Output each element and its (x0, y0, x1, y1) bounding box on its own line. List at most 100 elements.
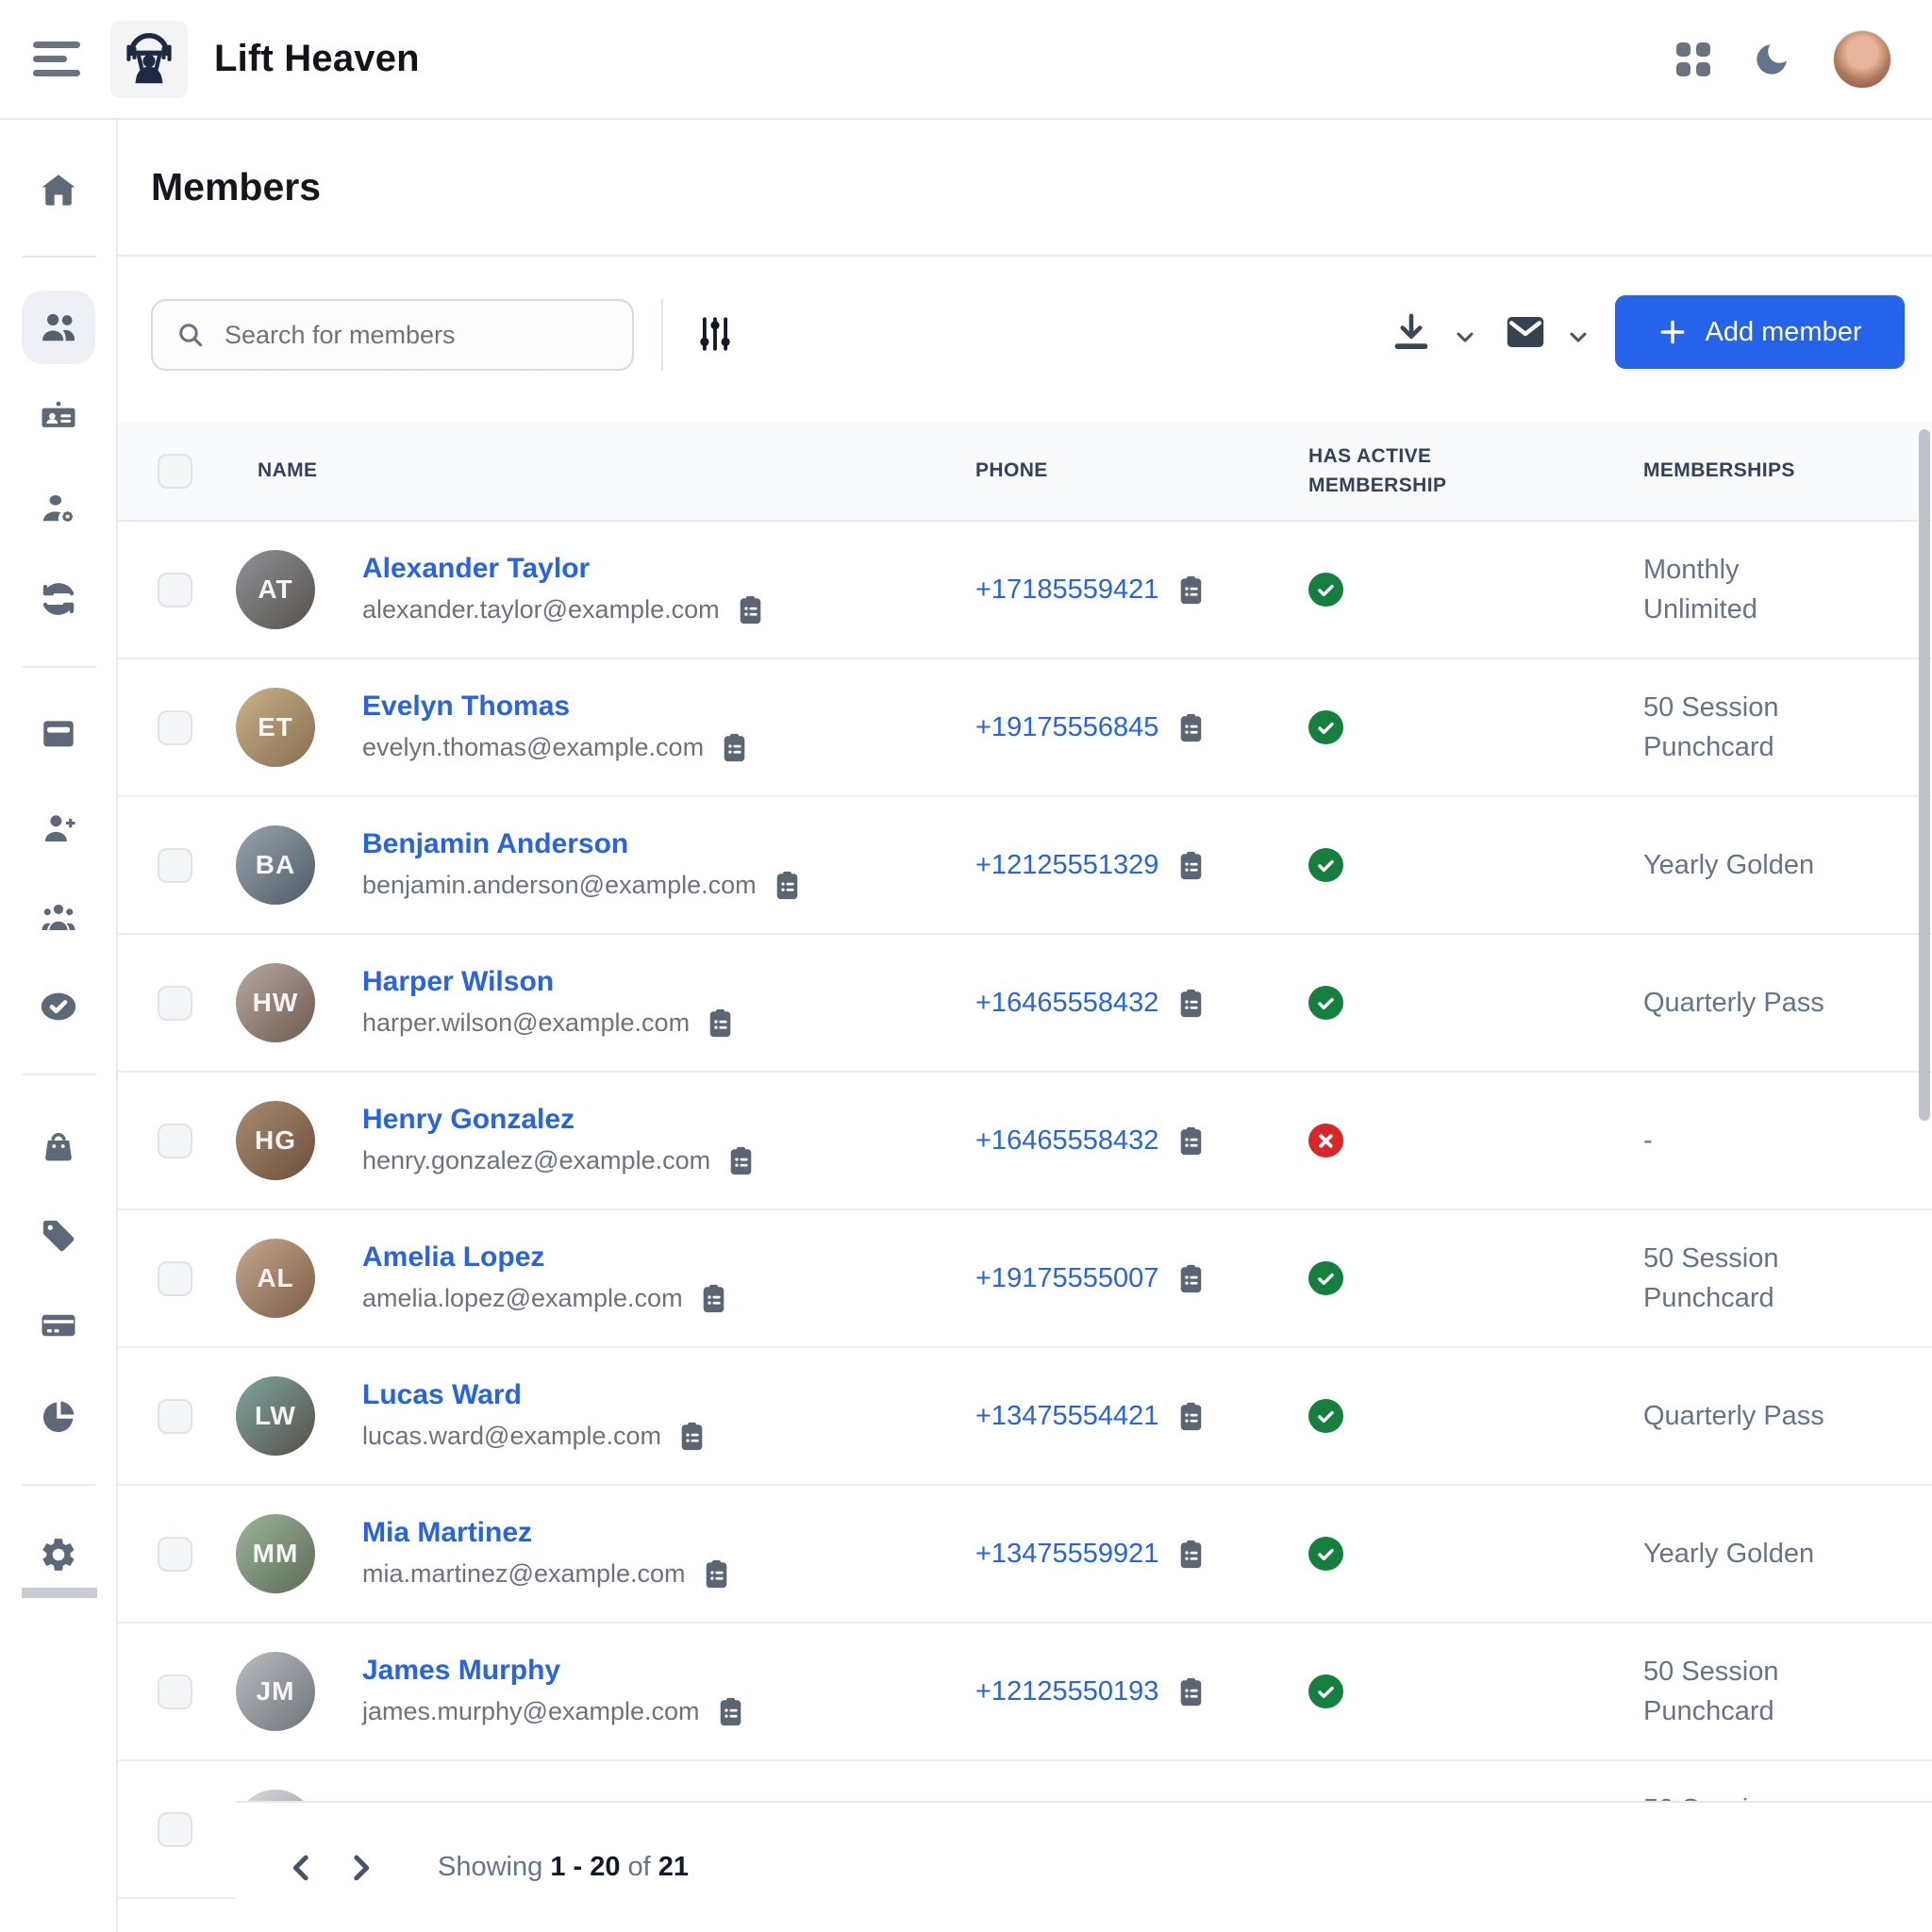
member-name-link[interactable]: Lucas Ward (362, 1379, 708, 1411)
search-input[interactable] (225, 321, 609, 350)
member-phone-link[interactable]: +16465558432 (975, 988, 1158, 1019)
filter-icon[interactable] (693, 312, 737, 356)
active-status-badge (1308, 1674, 1343, 1708)
email-options-chevron-icon[interactable] (1565, 324, 1591, 350)
apps-grid-icon[interactable] (1676, 42, 1710, 76)
row-checkbox[interactable] (158, 1537, 192, 1572)
copy-email-clipboard-icon[interactable] (675, 1420, 708, 1453)
member-name-link[interactable]: Alexander Taylor (362, 553, 767, 585)
member-phone-link[interactable]: +19175556845 (975, 712, 1158, 743)
sidebar-item-user-settings[interactable] (39, 489, 78, 528)
sidebar-item-checkins[interactable] (39, 987, 78, 1026)
copy-email-clipboard-icon[interactable] (697, 1282, 730, 1315)
active-status-badge (1308, 1537, 1343, 1571)
copy-email-clipboard-icon[interactable] (700, 1557, 733, 1591)
copy-phone-clipboard-icon[interactable] (1174, 1124, 1208, 1158)
copy-phone-clipboard-icon[interactable] (1174, 1262, 1208, 1295)
sidebar-item-home[interactable] (39, 171, 78, 210)
sidebar-item-groups[interactable] (39, 898, 78, 938)
member-name-link[interactable]: Evelyn Thomas (362, 691, 751, 723)
add-member-button[interactable]: Add member (1615, 295, 1905, 369)
sidebar-item-tags[interactable] (39, 1216, 78, 1256)
copy-phone-clipboard-icon[interactable] (1174, 711, 1208, 744)
member-phone-link[interactable]: +19175555007 (975, 1263, 1158, 1294)
member-name-link[interactable]: James Murphy (362, 1655, 747, 1687)
shopping-bag-icon (39, 1126, 78, 1166)
member-phone-link[interactable]: +12125551329 (975, 850, 1158, 881)
member-name-link[interactable]: Henry Gonzalez (362, 1104, 758, 1136)
member-name-link[interactable]: Harper Wilson (362, 966, 737, 998)
copy-email-clipboard-icon[interactable] (724, 1144, 758, 1177)
check-icon (1316, 1682, 1336, 1702)
previous-page-icon[interactable] (283, 1849, 321, 1887)
user-avatar[interactable] (1833, 30, 1891, 89)
copy-email-clipboard-icon[interactable] (704, 1007, 737, 1040)
copy-email-clipboard-icon[interactable] (771, 869, 804, 902)
members-icon (38, 307, 79, 348)
row-checkbox[interactable] (158, 710, 192, 745)
active-status-badge (1308, 1124, 1343, 1158)
member-email: benjamin.anderson@example.com (362, 871, 757, 900)
member-phone-link[interactable]: +13475554421 (975, 1401, 1158, 1432)
pagination-bar: Showing 1 - 20 of 21 (236, 1801, 1932, 1932)
check-icon (1316, 580, 1336, 600)
table-row: HG Henry Gonzalez henry.gonzalez@example… (118, 1073, 1932, 1210)
copy-phone-clipboard-icon[interactable] (1174, 1538, 1208, 1571)
sidebar-item-calendar[interactable] (39, 713, 78, 753)
column-header-phone: PHONE (975, 456, 1308, 486)
copy-phone-clipboard-icon[interactable] (1174, 1675, 1208, 1708)
vertical-scrollbar-thumb[interactable] (1919, 429, 1930, 1121)
sidebar-divider (23, 666, 96, 668)
copy-email-clipboard-icon[interactable] (734, 593, 767, 626)
row-checkbox[interactable] (158, 1399, 192, 1434)
dark-mode-moon-icon[interactable] (1752, 40, 1791, 79)
copy-phone-clipboard-icon[interactable] (1174, 574, 1208, 607)
row-checkbox[interactable] (158, 848, 192, 883)
weightlifter-logo-icon (118, 28, 180, 91)
topbar: Lift Heaven (0, 0, 1932, 120)
sidebar-item-reports[interactable] (39, 1397, 78, 1437)
phone-cell: +16465558432 (975, 987, 1308, 1020)
member-name-link[interactable]: Mia Martinez (362, 1517, 733, 1549)
user-plus-icon (39, 808, 78, 848)
row-checkbox[interactable] (158, 573, 192, 608)
avatar: ET (236, 688, 315, 767)
row-checkbox[interactable] (158, 1812, 192, 1847)
menu-toggle-icon[interactable] (33, 34, 84, 85)
download-icon[interactable] (1390, 309, 1433, 353)
sidebar-item-id-card[interactable] (39, 396, 78, 436)
avatar: BA (236, 825, 315, 905)
member-name-link[interactable]: Benjamin Anderson (362, 828, 804, 860)
copy-email-clipboard-icon[interactable] (718, 731, 751, 764)
member-phone-link[interactable]: +17185559421 (975, 575, 1158, 606)
copy-phone-clipboard-icon[interactable] (1174, 1400, 1208, 1433)
sidebar-divider (23, 256, 96, 258)
membership-value: Yearly Golden (1643, 845, 1932, 885)
copy-phone-clipboard-icon[interactable] (1174, 987, 1208, 1020)
sidebar-item-members[interactable] (22, 291, 95, 364)
sidebar-item-settings[interactable] (39, 1535, 78, 1574)
row-checkbox[interactable] (158, 986, 192, 1021)
membership-value: Monthly Unlimited (1643, 550, 1932, 629)
sidebar-item-shop[interactable] (39, 1126, 78, 1166)
member-phone-link[interactable]: +16465558432 (975, 1125, 1158, 1157)
row-checkbox[interactable] (158, 1674, 192, 1709)
copy-email-clipboard-icon[interactable] (714, 1695, 747, 1728)
member-name-link[interactable]: Amelia Lopez (362, 1241, 730, 1274)
email-icon[interactable] (1503, 309, 1548, 355)
user-group-icon (39, 898, 78, 938)
member-phone-link[interactable]: +13475559921 (975, 1539, 1158, 1570)
sidebar-item-billing[interactable] (39, 1306, 78, 1345)
sidebar-item-add-user[interactable] (39, 808, 78, 848)
row-checkbox[interactable] (158, 1124, 192, 1158)
select-all-checkbox[interactable] (158, 454, 192, 489)
row-checkbox[interactable] (158, 1261, 192, 1296)
next-page-icon[interactable] (341, 1849, 379, 1887)
member-phone-link[interactable]: +12125550193 (975, 1676, 1158, 1707)
showing-label: Showing (438, 1852, 542, 1882)
copy-phone-clipboard-icon[interactable] (1174, 849, 1208, 882)
sidebar-item-sync[interactable] (39, 579, 78, 619)
tag-icon (39, 1216, 78, 1256)
sync-icon (39, 579, 78, 619)
download-options-chevron-icon[interactable] (1452, 324, 1478, 350)
